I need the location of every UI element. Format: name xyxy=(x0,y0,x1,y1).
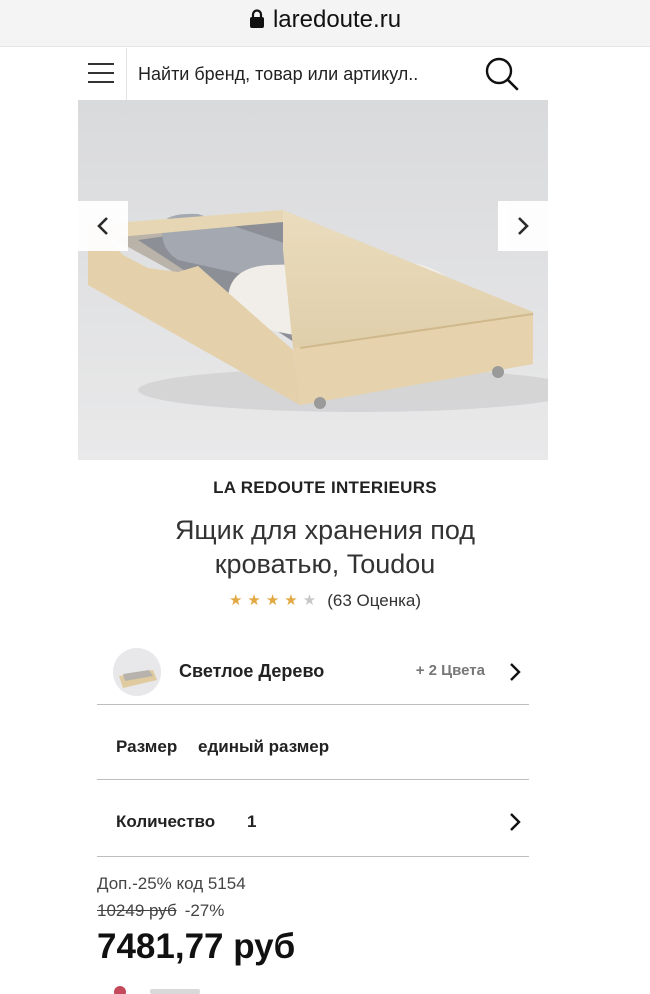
color-selector[interactable]: Светлое Дерево + 2 Цвета xyxy=(97,640,529,705)
current-price: 7481,77 руб xyxy=(97,927,296,966)
more-colors[interactable]: + 2 Цвета xyxy=(416,662,485,679)
quantity-value: 1 xyxy=(247,812,257,831)
promo-code: Доп.-25% код 5154 xyxy=(97,874,246,893)
product-image[interactable] xyxy=(78,100,548,460)
old-price-line: 10249 руб -27% xyxy=(97,901,224,921)
gallery-next-button[interactable] xyxy=(498,201,548,251)
bottom-content-peek xyxy=(114,986,200,994)
rating-count: (63 Оценка) xyxy=(327,591,422,610)
header-divider xyxy=(126,48,127,100)
lock-icon xyxy=(249,8,265,36)
star-icon: ★ xyxy=(302,592,322,609)
search-input[interactable]: Найти бренд, товар или артикул.. xyxy=(138,64,418,85)
color-swatch xyxy=(113,648,161,696)
chevron-right-icon[interactable] xyxy=(509,662,521,687)
quantity-label: Количество xyxy=(116,812,216,831)
product-brand[interactable]: LA REDOUTE INTERIEURS xyxy=(0,478,650,498)
chevron-right-icon xyxy=(518,217,529,235)
chevron-right-icon[interactable] xyxy=(509,812,521,837)
discount-percent: -27% xyxy=(184,901,225,920)
product-photo-illustration xyxy=(78,100,548,460)
browser-url-bar[interactable]: laredoute.ru xyxy=(0,0,650,47)
star-icon: ★ xyxy=(265,592,285,609)
gallery-prev-button[interactable] xyxy=(78,201,128,251)
quantity-selector[interactable]: Количество 1 xyxy=(97,780,529,857)
url-domain: laredoute.ru xyxy=(272,6,402,33)
star-icon: ★ xyxy=(284,592,303,609)
menu-icon[interactable] xyxy=(88,63,114,83)
chevron-left-icon xyxy=(97,217,108,235)
color-name: Светлое Дерево xyxy=(179,661,325,681)
size-label: Размер xyxy=(116,737,178,756)
url-display[interactable]: laredoute.ru xyxy=(0,6,650,36)
rating-stars: ★★★★★ xyxy=(229,591,321,609)
search-icon[interactable] xyxy=(484,56,520,97)
size-value: единый размер xyxy=(198,737,330,756)
product-title: Ящик для хранения под кроватью, Toudou xyxy=(174,515,476,579)
site-header: Найти бренд, товар или артикул.. xyxy=(78,48,548,101)
product-rating[interactable]: ★★★★★ (63 Оценка) xyxy=(0,591,650,611)
star-icon: ★ xyxy=(247,592,266,609)
star-icon: ★ xyxy=(228,592,248,609)
size-selector[interactable]: Размер единый размер xyxy=(97,705,529,780)
old-price: 10249 руб xyxy=(97,901,177,920)
